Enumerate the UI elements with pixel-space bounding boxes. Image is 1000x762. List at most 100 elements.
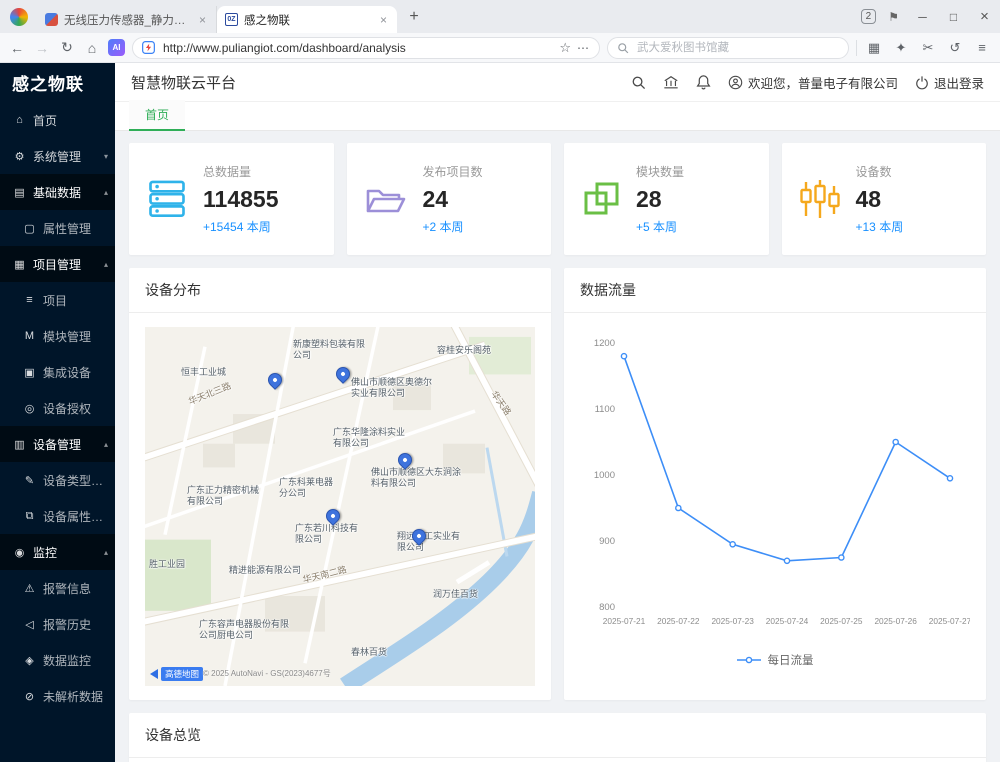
- chart-legend[interactable]: 每日流量: [737, 645, 814, 675]
- data-point[interactable]: [839, 555, 844, 560]
- map-pin-icon[interactable]: [323, 506, 343, 526]
- organization-icon[interactable]: [663, 75, 679, 90]
- reload-button[interactable]: ↻: [58, 39, 76, 56]
- map-provider-logo[interactable]: 高德地图: [150, 667, 203, 681]
- data-point[interactable]: [676, 505, 681, 510]
- stat-delta: +5 本周: [636, 218, 684, 235]
- sidebar-item-project-mgmt[interactable]: ▦ 项目管理 ▴: [0, 246, 115, 282]
- map-logo-text: 高德地图: [161, 667, 203, 681]
- data-point[interactable]: [784, 558, 789, 563]
- download-count-badge[interactable]: 2: [861, 9, 877, 24]
- logout-button[interactable]: 退出登录: [915, 73, 984, 92]
- traffic-line: [624, 356, 950, 561]
- map-overlay-layer: 新康塑料包装有限公司容桂安乐阁苑恒丰工业城华天北三路佛山市顺德区奥德尔实业有限公…: [145, 327, 535, 686]
- sidebar-item-device-auth[interactable]: ◎ 设备授权: [0, 390, 115, 426]
- speaker-icon: ◁: [22, 618, 37, 631]
- tab-close-icon[interactable]: ×: [197, 13, 208, 27]
- sidebar-item-home[interactable]: ⌂ 首页: [0, 102, 115, 138]
- menu-icon[interactable]: ≡: [972, 40, 992, 55]
- map-poi-label: 翔远化工实业有限公司: [397, 531, 463, 553]
- home-icon: ⌂: [12, 114, 27, 126]
- apps-grid-icon[interactable]: ▦: [864, 40, 884, 56]
- toolbar-divider: [856, 40, 857, 56]
- x-axis-tick: 2025-07-27: [929, 616, 970, 626]
- tab-home[interactable]: 首页: [129, 100, 185, 131]
- tab-close-icon[interactable]: ×: [378, 13, 389, 27]
- sidebar-item-integrated-device[interactable]: ▣ 集成设备: [0, 354, 115, 390]
- y-axis-tick: 1000: [594, 470, 615, 481]
- search-input[interactable]: [635, 41, 839, 55]
- tab-title: 无线压力传感器_静力水准仪: [64, 12, 191, 28]
- grid-icon: ▦: [12, 258, 27, 271]
- sidebar-item-attribute-mgmt[interactable]: ▢ 属性管理: [0, 210, 115, 246]
- forward-button[interactable]: →: [33, 40, 51, 56]
- stat-title: 模块数量: [636, 163, 684, 180]
- data-point[interactable]: [893, 439, 898, 444]
- header-search-icon[interactable]: [631, 75, 646, 90]
- address-bar[interactable]: ☆ ⋯: [132, 37, 600, 59]
- user-circle-icon: [728, 75, 743, 90]
- sidebar-item-device-attr-bind[interactable]: ⧉ 设备属性绑定: [0, 498, 115, 534]
- map-pin-icon[interactable]: [333, 364, 353, 384]
- stat-delta: +15454 本周: [203, 218, 278, 235]
- stat-value: 114855: [203, 186, 278, 213]
- data-point[interactable]: [621, 354, 626, 359]
- maximize-button[interactable]: □: [938, 0, 969, 33]
- browser-search-box[interactable]: [607, 37, 849, 59]
- panel-title: 设备分布: [129, 268, 551, 313]
- stat-card-body: 发布项目数 24 +2 本周: [423, 163, 483, 235]
- map-canvas[interactable]: 新康塑料包装有限公司容桂安乐阁苑恒丰工业城华天北三路佛山市顺德区奥德尔实业有限公…: [145, 327, 535, 686]
- browser-tab-2-active[interactable]: 0Z 感之物联 ×: [217, 6, 397, 33]
- map-poi-label: 精进能源有限公司: [229, 565, 301, 576]
- dashboard-content: 总数据量 114855 +15454 本周 发布项目数 24 +2 本周: [115, 131, 1000, 762]
- sidebar-item-monitoring[interactable]: ◉ 监控 ▴: [0, 534, 115, 570]
- chevron-up-icon: ▴: [104, 440, 108, 449]
- sidebar-item-device-type-mgmt[interactable]: ✎ 设备类型管理: [0, 462, 115, 498]
- stat-delta: +2 本周: [423, 218, 483, 235]
- sidebar-item-alarm-history[interactable]: ◁ 报警历史: [0, 606, 115, 642]
- welcome-user[interactable]: 欢迎您，普量电子有限公司: [728, 73, 898, 92]
- sidebar-item-system-mgmt[interactable]: ⚙ 系统管理 ▾: [0, 138, 115, 174]
- map-pin-icon[interactable]: [409, 526, 429, 546]
- home-button[interactable]: ⌂: [83, 40, 101, 56]
- url-more-icon[interactable]: ⋯: [577, 41, 590, 55]
- server-stack-icon: [145, 177, 189, 221]
- close-button[interactable]: ×: [969, 0, 1000, 33]
- bookmark-star-icon[interactable]: ☆: [559, 40, 571, 56]
- url-security-icon[interactable]: [142, 41, 155, 54]
- flag-icon[interactable]: ⚑: [888, 10, 899, 24]
- data-point[interactable]: [730, 542, 735, 547]
- sidebar-item-base-data[interactable]: ▤ 基础数据 ▴: [0, 174, 115, 210]
- legend-label: 每日流量: [768, 652, 814, 668]
- restore-icon[interactable]: ↺: [945, 40, 965, 56]
- x-axis-tick: 2025-07-26: [874, 616, 917, 626]
- device-distribution-panel: 设备分布: [129, 268, 551, 700]
- map-poi-label: 佛山市顺德区奥德尔实业有限公司: [351, 377, 439, 399]
- data-point[interactable]: [947, 476, 952, 481]
- map-poi-label: 广东若川科技有限公司: [295, 523, 359, 545]
- favorites-icon[interactable]: ✦: [891, 40, 911, 56]
- map-pin-icon[interactable]: [395, 450, 415, 470]
- new-tab-button[interactable]: +: [401, 4, 427, 30]
- x-axis-tick: 2025-07-23: [711, 616, 754, 626]
- sidebar-item-device-mgmt[interactable]: ▥ 设备管理 ▴: [0, 426, 115, 462]
- tab1-favicon-icon: [45, 13, 58, 26]
- list-icon: ≡: [22, 294, 37, 306]
- screenshot-scissors-icon[interactable]: ✂: [918, 40, 938, 56]
- minimize-button[interactable]: ─: [907, 0, 938, 33]
- back-button[interactable]: ←: [8, 40, 26, 56]
- url-input[interactable]: [161, 40, 553, 56]
- notification-bell-icon[interactable]: [696, 74, 711, 90]
- sidebar-item-module-mgmt[interactable]: M 模块管理: [0, 318, 115, 354]
- map-pin-icon[interactable]: [265, 370, 285, 390]
- modules-icon: [580, 178, 622, 220]
- sidebar-item-unparsed-data[interactable]: ⊘ 未解析数据: [0, 678, 115, 714]
- browser-tab-1[interactable]: 无线压力传感器_静力水准仪 ×: [37, 6, 217, 33]
- sidebar-item-data-monitor[interactable]: ◈ 数据监控: [0, 642, 115, 678]
- ai-assistant-icon[interactable]: AI: [108, 39, 125, 56]
- browser-logo-icon[interactable]: [10, 8, 28, 26]
- sidebar-item-project[interactable]: ≡ 项目: [0, 282, 115, 318]
- link-icon: ⧉: [22, 510, 37, 523]
- y-axis-tick: 1200: [594, 338, 615, 349]
- sidebar-item-alarm-info[interactable]: ⚠ 报警信息: [0, 570, 115, 606]
